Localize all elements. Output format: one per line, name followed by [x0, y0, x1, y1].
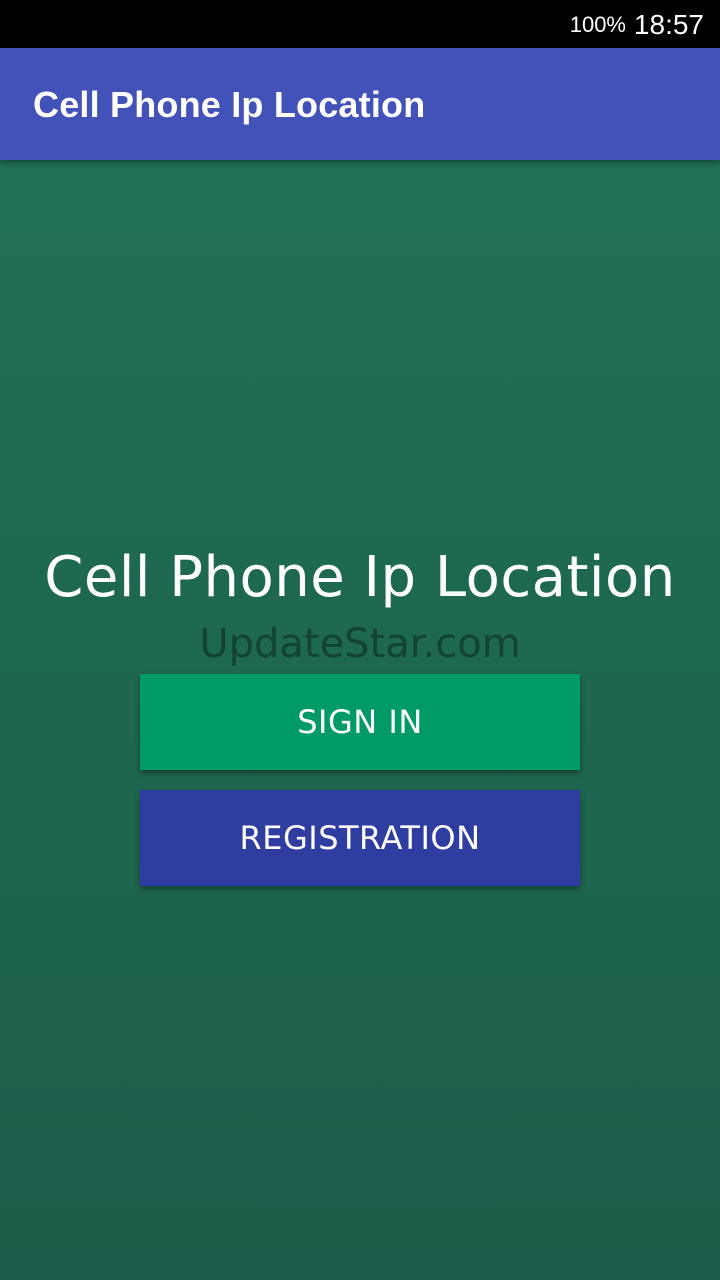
battery-level: 100% — [569, 12, 626, 37]
sign-in-button[interactable]: SIGN IN — [140, 674, 580, 770]
page-title: Cell Phone Ip Location — [44, 545, 676, 610]
watermark: UpdateStar.com — [199, 621, 521, 667]
registration-button[interactable]: REGISTRATION — [140, 790, 580, 886]
clock: 18:57 — [633, 9, 704, 40]
app-bar: Cell Phone Ip Location — [0, 48, 720, 160]
status-bar: 100% 18:57 — [0, 0, 720, 48]
app-screen: 100% 18:57 Cell Phone Ip Location Cell P… — [0, 0, 720, 1280]
app-bar-title: Cell Phone Ip Location — [33, 84, 426, 125]
